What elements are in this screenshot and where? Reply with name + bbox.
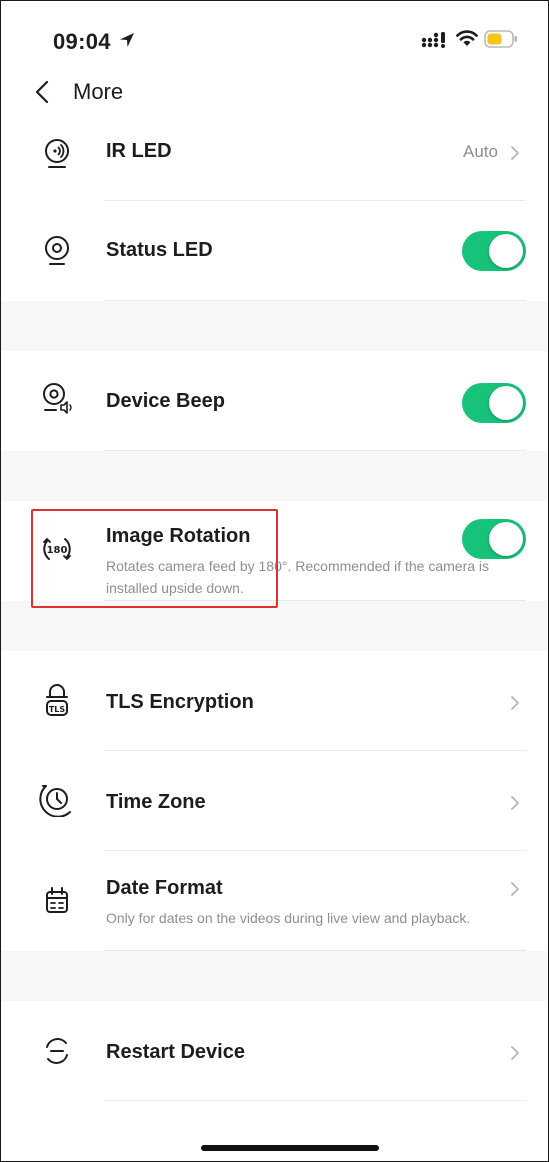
date-format-label: Date Format bbox=[106, 877, 223, 899]
date-format-description: Only for dates on the videos during live… bbox=[106, 910, 471, 926]
home-indicator bbox=[201, 1145, 379, 1151]
location-arrow-icon bbox=[120, 33, 134, 47]
device-beep-toggle[interactable] bbox=[462, 383, 526, 423]
chevron-right-icon bbox=[511, 1046, 519, 1060]
chevron-right-icon bbox=[511, 146, 519, 160]
row-tls-encryption[interactable]: TLS TLS Encryption bbox=[1, 651, 548, 751]
status-bar: 09:04 bbox=[1, 1, 548, 71]
row-date-format[interactable]: Date Format Only for dates on the videos… bbox=[1, 851, 548, 951]
restart-device-label: Restart Device bbox=[106, 1041, 245, 1063]
back-chevron-icon[interactable] bbox=[31, 79, 55, 105]
row-time-zone[interactable]: Time Zone bbox=[1, 751, 548, 851]
section-system: TLS TLS Encryption Time Zone Date Format… bbox=[1, 651, 548, 951]
device-beep-icon bbox=[43, 383, 72, 414]
row-image-rotation: 180 Image Rotation Rotates camera feed b… bbox=[1, 501, 548, 601]
chevron-right-icon bbox=[511, 696, 519, 710]
divider bbox=[104, 950, 526, 951]
divider bbox=[104, 1100, 526, 1101]
ir-led-icon bbox=[45, 139, 69, 168]
row-device-beep: Device Beep bbox=[1, 351, 548, 451]
status-led-label: Status LED bbox=[106, 239, 213, 261]
tls-icon-text: TLS bbox=[49, 705, 66, 714]
wifi-icon bbox=[456, 30, 478, 46]
chevron-right-icon bbox=[511, 882, 519, 896]
ir-led-label: IR LED bbox=[106, 140, 172, 162]
row-status-led: Status LED bbox=[1, 201, 548, 301]
rotation-icon-text: 180 bbox=[47, 545, 68, 556]
cellular-signal-icon bbox=[421, 32, 445, 48]
page-title: More bbox=[73, 79, 124, 104]
image-rotation-description: Rotates camera feed by 180°. Recommended… bbox=[106, 558, 490, 596]
tls-lock-icon: TLS bbox=[46, 684, 68, 716]
row-restart-device[interactable]: Restart Device bbox=[1, 1001, 548, 1101]
restart-icon bbox=[46, 1038, 68, 1064]
toggle-knob bbox=[489, 522, 523, 556]
section-leds: IR LED Auto Status LED bbox=[1, 129, 548, 301]
image-rotation-label: Image Rotation bbox=[106, 525, 251, 547]
calendar-icon bbox=[46, 887, 68, 913]
section-restart: Restart Device bbox=[1, 1001, 548, 1161]
status-time: 09:04 bbox=[53, 29, 111, 54]
time-zone-label: Time Zone bbox=[106, 791, 206, 813]
divider bbox=[104, 300, 526, 301]
settings-list: IR LED Auto Status LED Device Beep 180 I… bbox=[1, 129, 548, 1161]
time-zone-icon bbox=[39, 785, 71, 817]
tls-encryption-label: TLS Encryption bbox=[106, 691, 254, 713]
divider bbox=[104, 450, 526, 451]
status-led-toggle[interactable] bbox=[462, 231, 526, 271]
section-beep: Device Beep bbox=[1, 351, 548, 451]
phone-screen: 09:04 More IR LED Auto Status LED Device… bbox=[0, 0, 549, 1162]
section-rotation: 180 Image Rotation Rotates camera feed b… bbox=[1, 501, 548, 601]
nav-bar: More bbox=[1, 71, 548, 129]
battery-icon bbox=[484, 30, 517, 48]
device-beep-label: Device Beep bbox=[106, 390, 225, 412]
status-led-icon bbox=[45, 236, 69, 265]
divider bbox=[104, 600, 526, 601]
row-ir-led[interactable]: IR LED Auto bbox=[1, 129, 548, 201]
chevron-right-icon bbox=[511, 796, 519, 810]
rotation-180-icon: 180 bbox=[43, 538, 71, 560]
ir-led-value: Auto bbox=[463, 142, 498, 161]
toggle-knob bbox=[489, 386, 523, 420]
image-rotation-toggle[interactable] bbox=[462, 519, 526, 559]
toggle-knob bbox=[489, 234, 523, 268]
